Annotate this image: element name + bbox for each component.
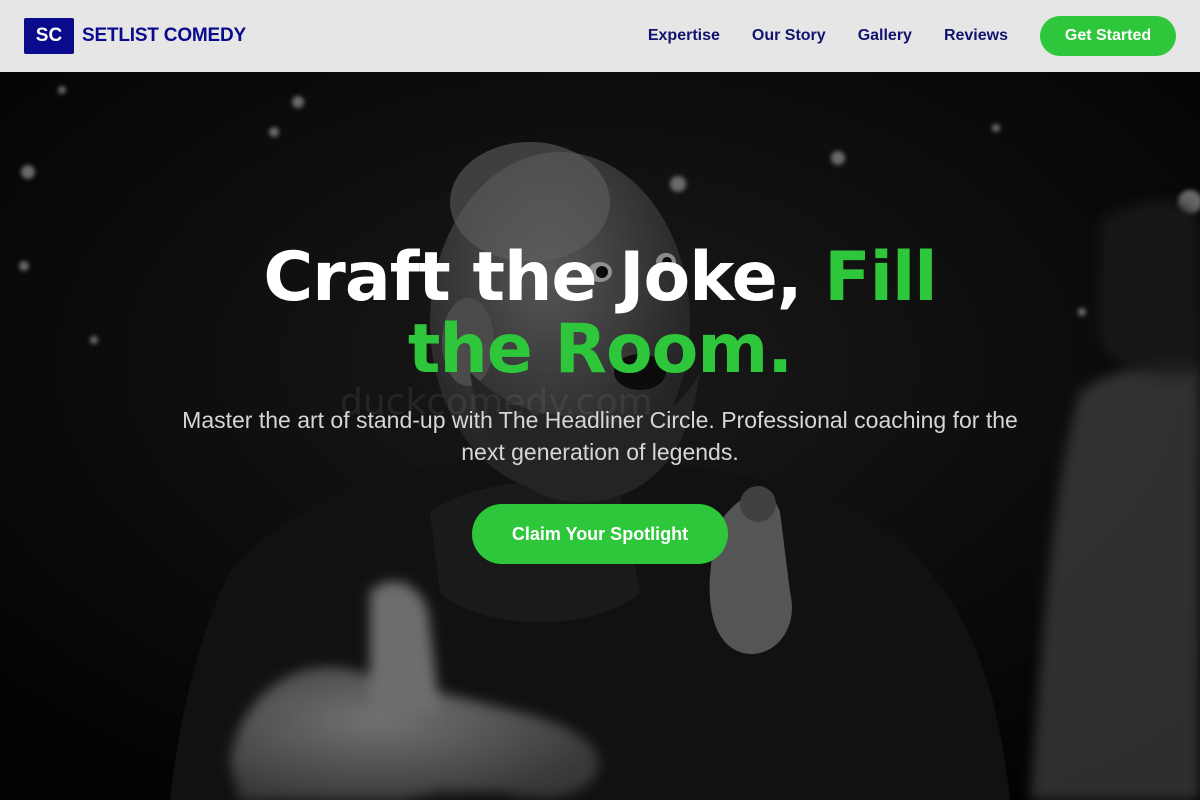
brand-logo-link[interactable]: SC SETLIST COMEDY bbox=[24, 18, 246, 54]
claim-spotlight-button[interactable]: Claim Your Spotlight bbox=[472, 504, 728, 564]
top-navbar: SC SETLIST COMEDY Expertise Our Story Ga… bbox=[0, 0, 1200, 72]
brand-name: SETLIST COMEDY bbox=[82, 25, 246, 46]
nav-link-reviews[interactable]: Reviews bbox=[944, 27, 1008, 45]
nav-link-gallery[interactable]: Gallery bbox=[858, 27, 912, 45]
nav-link-our-story[interactable]: Our Story bbox=[752, 27, 826, 45]
logo-badge: SC bbox=[24, 18, 74, 54]
hero-section: duckcomedy.com Craft the Joke, Fill the … bbox=[0, 72, 1200, 800]
main-navigation: Expertise Our Story Gallery Reviews Get … bbox=[648, 16, 1176, 56]
hero-subtext: Master the art of stand-up with The Head… bbox=[182, 407, 1018, 465]
headline-white-part: Craft the Joke, bbox=[263, 238, 825, 317]
get-started-button[interactable]: Get Started bbox=[1040, 16, 1176, 56]
hero-content: Craft the Joke, Fill the Room. Master th… bbox=[0, 242, 1200, 564]
hero-headline: Craft the Joke, Fill the Room. bbox=[220, 242, 980, 386]
nav-link-expertise[interactable]: Expertise bbox=[648, 27, 720, 45]
